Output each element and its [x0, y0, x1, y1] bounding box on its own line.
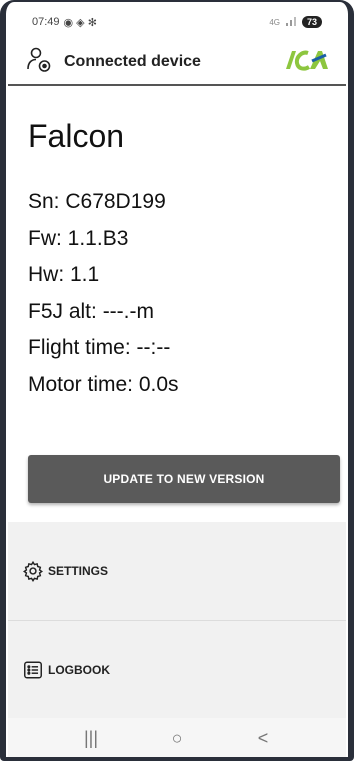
network-label: 4G [269, 17, 280, 27]
connected-user-icon[interactable] [26, 47, 52, 78]
serial-number: Sn: C678D199 [28, 190, 166, 213]
update-button[interactable]: UPDATE TO NEW VERSION [28, 455, 340, 503]
hardware-version: Hw: 1.1 [28, 263, 100, 286]
status-left: 07:49 ◉ ◈ ✻ [32, 16, 97, 29]
battery-indicator: 73 [301, 16, 322, 28]
f5j-altitude: F5J alt: ---.-m [28, 299, 154, 323]
system-nav-bar: ||| ○ < [8, 718, 346, 758]
settings-label: SETTINGS [48, 564, 109, 578]
home-button[interactable]: ○ [162, 728, 192, 749]
settings-menu-item[interactable]: SETTINGS [8, 522, 346, 620]
app-bar: Connected device [8, 40, 346, 86]
status-right: 4G 73 [269, 16, 322, 28]
ica-logo [282, 49, 330, 76]
device-name: Falcon [28, 118, 125, 154]
device-info: Sn: C678D199 Fw: 1.1.B3 Hw: 1.1 F5J alt:… [28, 184, 179, 403]
firmware-version: Fw: 1.1.B3 [28, 226, 129, 250]
page-title: Connected device [64, 53, 201, 70]
list-icon [22, 659, 44, 681]
flight-time: Flight time: --:-- [28, 336, 171, 359]
logbook-menu-item[interactable]: LOGBOOK [8, 620, 346, 718]
logbook-label: LOGBOOK [48, 662, 110, 677]
recents-button[interactable]: ||| [76, 728, 106, 749]
back-button[interactable]: < [248, 728, 278, 749]
status-bar: 07:49 ◉ ◈ ✻ 4G 73 [8, 8, 346, 36]
status-indicators: ◉ ◈ ✻ [63, 16, 97, 29]
motor-time: Motor time: 0.0s [28, 372, 179, 396]
signal-icon [285, 16, 296, 28]
menu-panel: SETTINGS LOGBOOK [8, 522, 346, 718]
status-time: 07:49 [32, 16, 60, 28]
gear-icon [22, 560, 44, 582]
